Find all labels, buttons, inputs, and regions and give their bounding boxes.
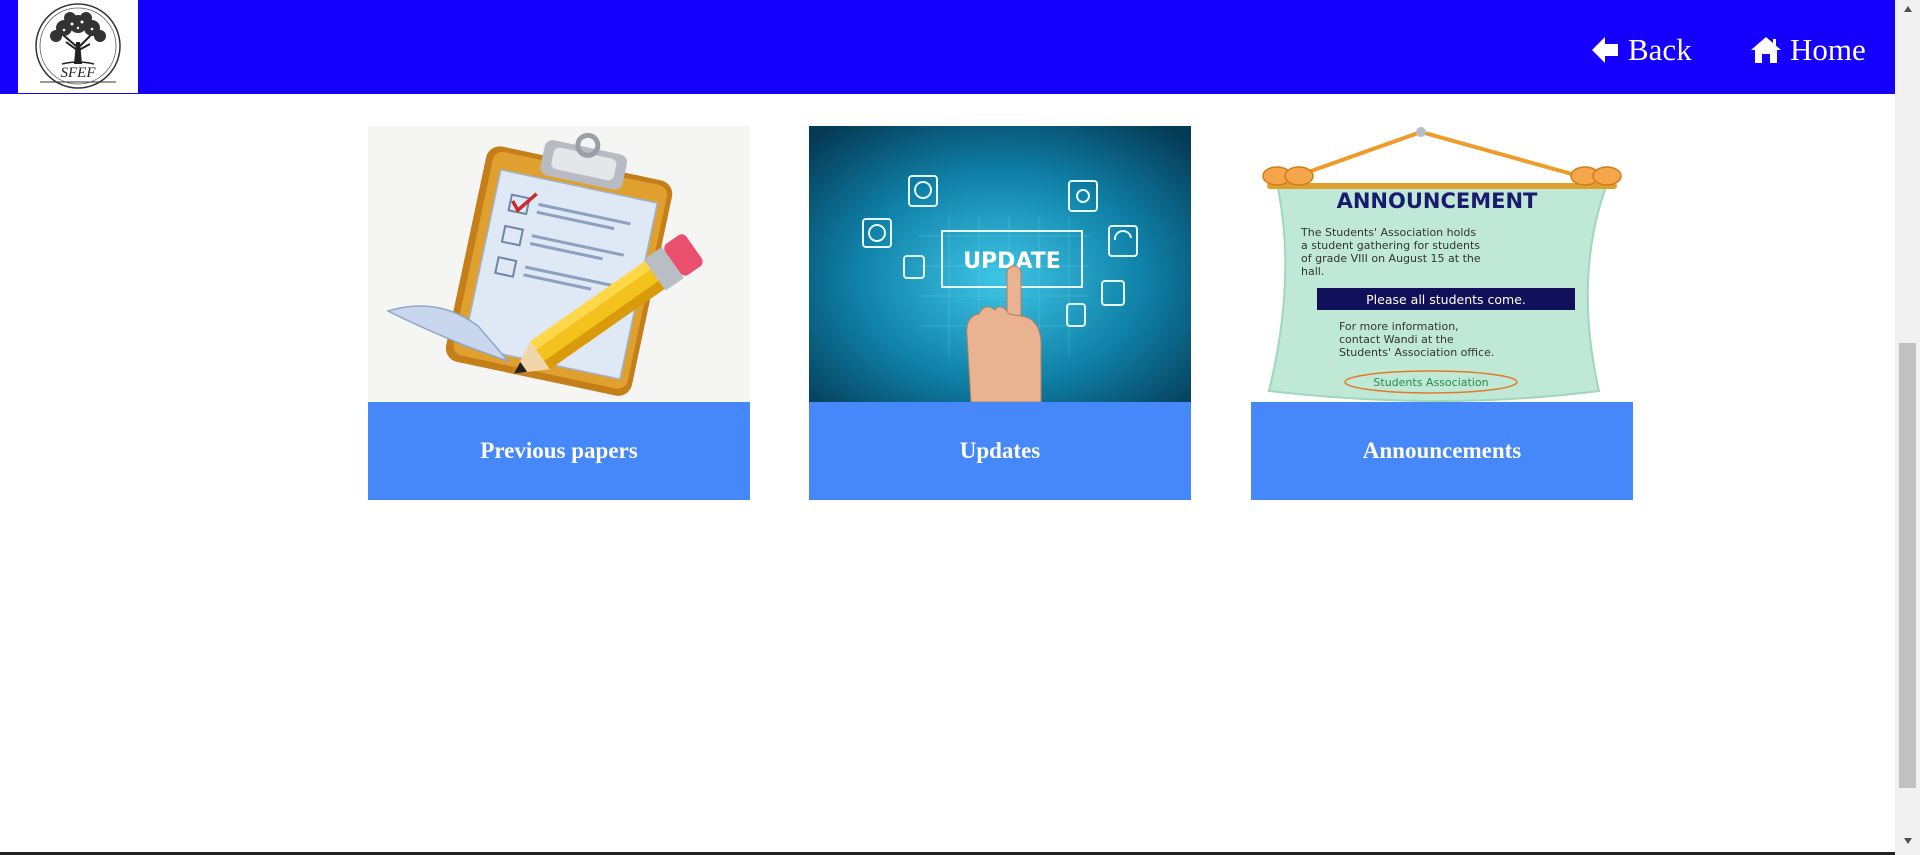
top-navigation-bar: SFEF Back Home (0, 0, 1895, 94)
back-link[interactable]: Back (1590, 30, 1692, 70)
scroll-down-arrow-icon[interactable] (1895, 832, 1920, 849)
updates-image: UPDATE (809, 126, 1191, 402)
svg-text:a student gathering for studen: a student gathering for students (1301, 239, 1480, 252)
svg-text:For more information,: For more information, (1339, 320, 1459, 333)
svg-text:Students Association: Students Association (1373, 376, 1488, 389)
home-icon (1751, 37, 1781, 63)
updates-card[interactable]: UPDATE Updates (809, 126, 1191, 500)
previous-papers-card[interactable]: Previous papers (368, 126, 750, 500)
home-label: Home (1790, 32, 1866, 67)
announcements-caption[interactable]: Announcements (1251, 402, 1633, 500)
scrollbar-thumb[interactable] (1899, 343, 1916, 788)
svg-text:ANNOUNCEMENT: ANNOUNCEMENT (1337, 189, 1538, 213)
site-logo[interactable]: SFEF (18, 0, 138, 93)
arrow-left-icon (1592, 37, 1618, 63)
svg-text:of grade VIII on August 15 at: of grade VIII on August 15 at the (1301, 252, 1481, 265)
vertical-scrollbar[interactable] (1895, 0, 1920, 855)
svg-text:Please all students come.: Please all students come. (1366, 292, 1526, 307)
home-link[interactable]: Home (1750, 30, 1866, 70)
tree-logo-icon: SFEF (35, 3, 121, 89)
svg-text:hall.: hall. (1301, 265, 1324, 278)
svg-text:The Students' Association hold: The Students' Association holds (1300, 226, 1476, 239)
previous-papers-image (368, 126, 750, 402)
svg-text:contact Wandi at the: contact Wandi at the (1339, 333, 1454, 346)
announcements-card[interactable]: ANNOUNCEMENT The Students' Association h… (1251, 126, 1633, 500)
previous-papers-caption[interactable]: Previous papers (368, 402, 750, 500)
svg-text:SFEF: SFEF (61, 65, 97, 81)
back-label: Back (1628, 32, 1692, 67)
announcements-image: ANNOUNCEMENT The Students' Association h… (1251, 126, 1633, 402)
scroll-up-arrow-icon[interactable] (1895, 0, 1920, 17)
updates-caption[interactable]: Updates (809, 402, 1191, 500)
svg-text:Students' Association office.: Students' Association office. (1339, 346, 1494, 359)
